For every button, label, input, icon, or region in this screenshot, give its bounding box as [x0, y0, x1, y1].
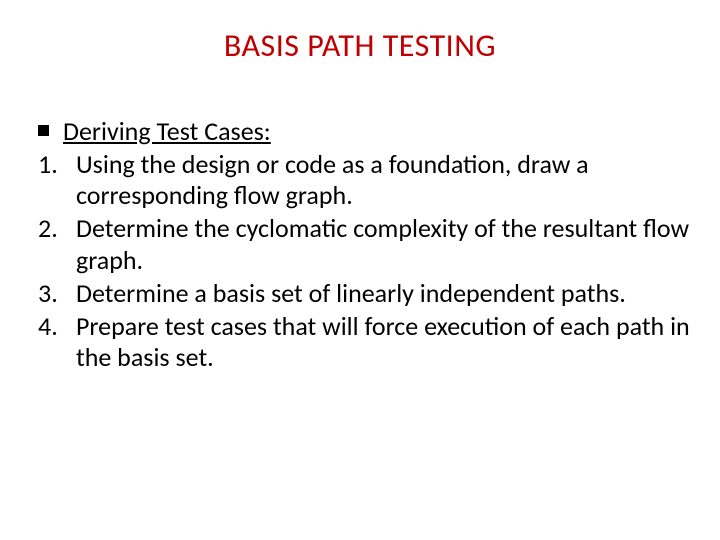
- list-item-text: Determine a basis set of linearly indepe…: [76, 278, 690, 309]
- list-item-text: Using the design or code as a foundation…: [76, 149, 690, 211]
- numbered-list: Using the design or code as a foundation…: [38, 149, 690, 373]
- list-item: Using the design or code as a foundation…: [38, 149, 690, 211]
- list-item: Determine a basis set of linearly indepe…: [38, 278, 690, 309]
- subheading-row: Deriving Test Cases:: [38, 115, 690, 147]
- slide: BASIS PATH TESTING Deriving Test Cases: …: [0, 0, 720, 540]
- subheading: Deriving Test Cases:: [63, 115, 271, 147]
- square-bullet-icon: [38, 125, 49, 136]
- slide-title: BASIS PATH TESTING: [20, 26, 700, 65]
- list-item-text: Determine the cyclomatic complexity of t…: [76, 213, 690, 275]
- list-item: Determine the cyclomatic complexity of t…: [38, 213, 690, 275]
- slide-content: Deriving Test Cases: Using the design or…: [20, 115, 700, 373]
- list-item: Prepare test cases that will force execu…: [38, 311, 690, 373]
- list-item-text: Prepare test cases that will force execu…: [76, 311, 690, 373]
